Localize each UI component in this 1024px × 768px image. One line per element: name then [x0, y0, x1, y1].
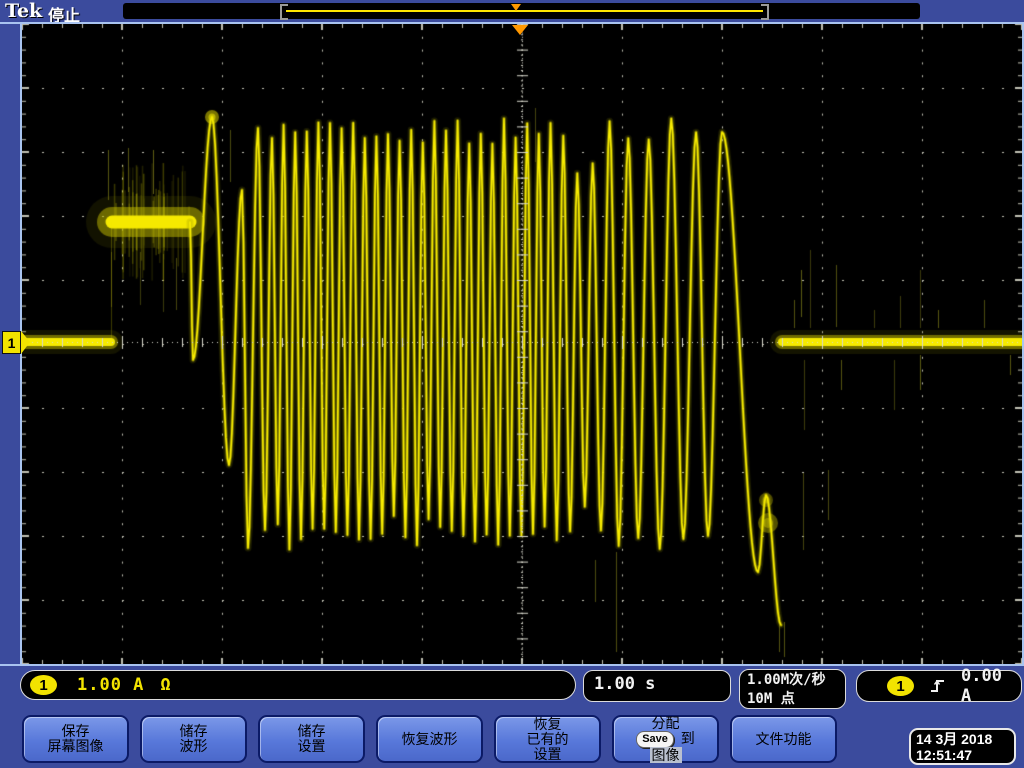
screen-border-bottom — [0, 664, 1024, 666]
menu-button-recall-waveform[interactable]: 恢复波形 — [376, 715, 483, 763]
channel-1-marker-tip-icon — [21, 331, 30, 354]
record-view-bar — [123, 3, 920, 19]
scope-display — [22, 24, 1022, 664]
menu-button-save-setup[interactable]: 储存设置 — [258, 715, 365, 763]
channel-readout: 1 1.00 A Ω — [20, 670, 576, 700]
oscilloscope-screen: Tek 停止 1 1 1.00 A Ω 1.00 s 1.00M次/秒 10M … — [0, 0, 1024, 768]
time-label: 12:51:47 — [916, 747, 1014, 763]
timebase-readout: 1.00 s — [583, 670, 731, 702]
datetime-display: 14 3月 2018 12:51:47 — [909, 728, 1016, 765]
menu-button-save-waveform[interactable]: 储存波形 — [140, 715, 247, 763]
acquisition-readout: 1.00M次/秒 10M 点 — [739, 669, 846, 709]
channel-scale: 1.00 A — [77, 675, 144, 695]
channel-1-badge: 1 — [30, 675, 57, 695]
menu-button-assign-save-to[interactable]: 分配Save 到图像 — [612, 715, 719, 763]
date-label: 14 3月 2018 — [916, 731, 1014, 747]
channel-coupling: Ω — [160, 675, 171, 695]
rising-edge-icon — [930, 678, 945, 695]
trigger-readout: 1 0.00 A — [856, 670, 1022, 702]
channel-1-marker: 1 — [2, 331, 21, 354]
record-window-line — [286, 10, 763, 12]
record-length: 10M 点 — [747, 690, 845, 709]
record-right-bracket — [761, 4, 769, 20]
menu-button-save-screen-image[interactable]: 保存屏幕图像 — [22, 715, 129, 763]
sample-rate: 1.00M次/秒 — [747, 671, 845, 690]
trigger-source-badge: 1 — [887, 676, 914, 696]
tek-logo: Tek — [5, 0, 42, 22]
trigger-level: 0.00 A — [961, 666, 1021, 706]
menu-button-file-utilities[interactable]: 文件功能 — [730, 715, 837, 763]
save-hardkey-badge: Save — [636, 731, 674, 748]
trigger-position-icon — [512, 25, 528, 35]
menu-button-recall-setup[interactable]: 恢复已有的设置 — [494, 715, 601, 763]
record-trigger-marker-icon — [511, 4, 521, 11]
assigned-target-highlight: 图像 — [650, 747, 682, 763]
record-left-bracket — [280, 4, 288, 20]
